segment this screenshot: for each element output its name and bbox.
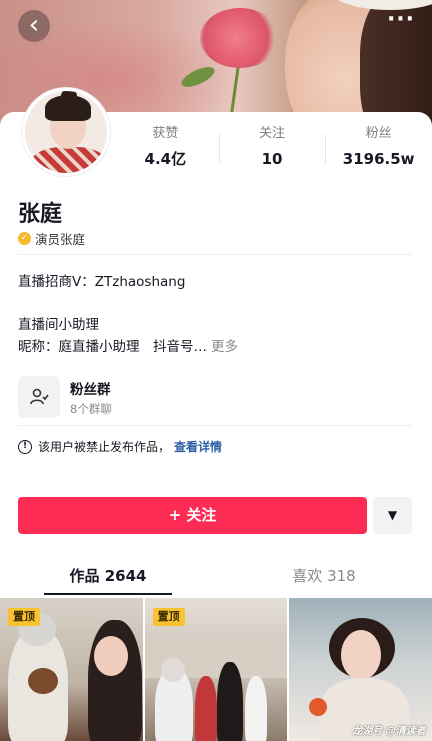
bio-line: 直播招商V：ZTzhaoshang xyxy=(18,274,186,290)
watermark-text: 龙湖号 @清读者 xyxy=(352,726,426,737)
divider xyxy=(18,254,412,255)
tab-works[interactable]: 作品 2644 xyxy=(0,558,216,596)
expand-bio-link[interactable]: 更多 xyxy=(211,339,238,355)
group-users-icon xyxy=(18,376,60,418)
stat-following[interactable]: 关注 10 xyxy=(218,124,326,176)
back-button[interactable]: ‹ xyxy=(18,10,50,42)
follow-options-button[interactable]: ▼ xyxy=(373,497,412,534)
stat-followers[interactable]: 粉丝 3196.5w xyxy=(325,124,432,176)
fan-group-title: 粉丝群 xyxy=(70,382,111,398)
divider xyxy=(18,425,412,426)
verified-label: ✓ 演员张庭 xyxy=(18,229,85,248)
ban-notice: ! 该用户被禁止发布作品， 查看详情 xyxy=(18,438,222,455)
more-options-button[interactable]: ··· xyxy=(386,9,416,40)
active-tab-indicator xyxy=(44,593,172,595)
stat-value: 4.4亿 xyxy=(144,150,187,168)
ellipsis-icon: ··· xyxy=(386,7,416,32)
caret-down-icon: ▼ xyxy=(387,508,398,522)
stat-label: 获赞 xyxy=(152,126,179,141)
follow-button[interactable]: + 关注 xyxy=(18,497,367,534)
verified-badge-icon: ✓ xyxy=(18,232,31,245)
stat-value: 3196.5w xyxy=(342,150,415,168)
verified-text: 演员张庭 xyxy=(35,232,86,247)
stat-label: 关注 xyxy=(259,126,286,141)
fan-group-subtitle: 8个群聊 xyxy=(70,402,112,416)
content-tabs: 作品 2644 喜欢 318 xyxy=(0,558,432,596)
video-grid: 置顶 置顶 龙湖号 @清读者 xyxy=(0,598,432,741)
bio-line: 昵称：庭直播小助理 抖音号… 更多 xyxy=(18,335,238,355)
warning-icon: ! xyxy=(18,439,32,454)
fan-group-entry[interactable]: 粉丝群 8个群聊 xyxy=(18,374,318,420)
profile-name: 张庭 xyxy=(18,202,63,227)
bio-line: 直播间小助理 xyxy=(18,317,99,333)
pinned-badge: 置顶 xyxy=(8,608,40,626)
view-details-link[interactable]: 查看详情 xyxy=(174,438,222,455)
stat-value: 10 xyxy=(261,150,283,168)
ban-notice-text: 该用户被禁止发布作品， xyxy=(38,440,171,454)
profile-stats: 获赞 4.4亿 关注 10 粉丝 3196.5w xyxy=(112,124,432,176)
bio-text: 昵称：庭直播小助理 抖音号… xyxy=(18,339,207,355)
pinned-badge: 置顶 xyxy=(152,608,185,626)
stat-likes[interactable]: 获赞 4.4亿 xyxy=(112,124,219,176)
video-thumbnail[interactable]: 置顶 xyxy=(144,598,288,741)
chevron-left-icon: ‹ xyxy=(28,10,40,40)
stat-label: 粉丝 xyxy=(365,126,392,141)
video-thumbnail[interactable]: 置顶 xyxy=(0,598,143,741)
avatar[interactable] xyxy=(22,88,110,176)
tab-likes[interactable]: 喜欢 318 xyxy=(216,558,432,596)
video-thumbnail[interactable]: 龙湖号 @清读者 xyxy=(289,598,432,741)
